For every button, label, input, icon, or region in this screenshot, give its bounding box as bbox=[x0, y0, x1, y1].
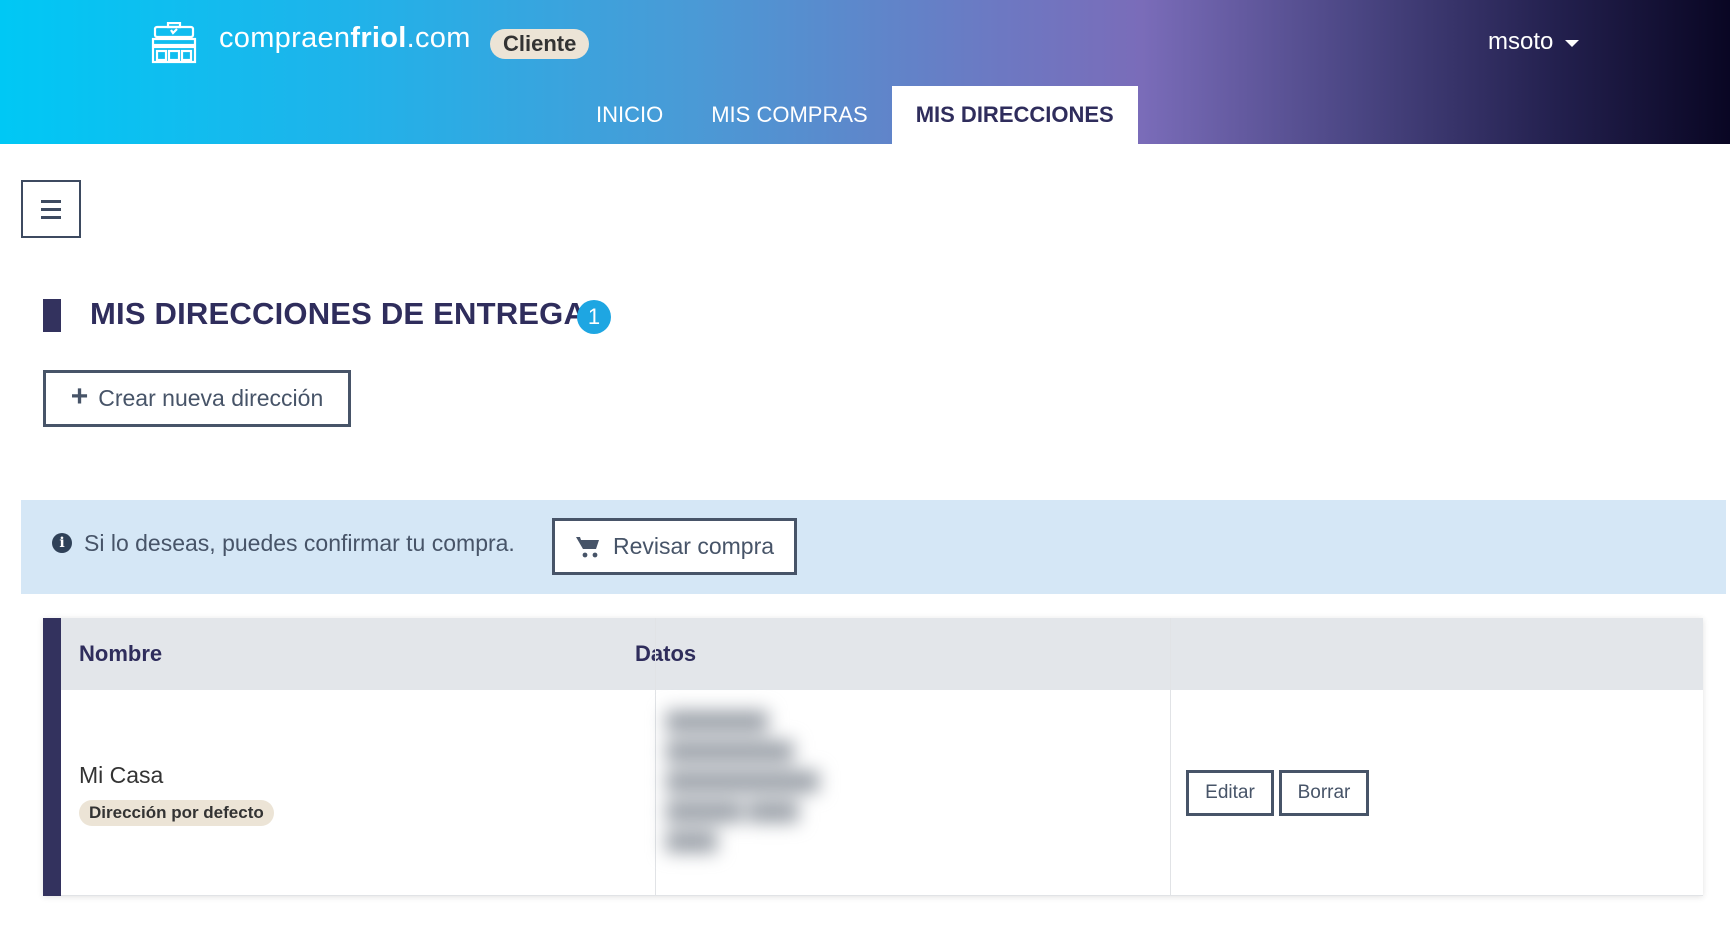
column-divider bbox=[655, 618, 656, 896]
plus-icon: + bbox=[70, 380, 89, 413]
create-address-button[interactable]: + Crear nueva dirección bbox=[43, 370, 351, 427]
row-divider bbox=[61, 895, 1703, 896]
tab-mis-compras[interactable]: MIS COMPRAS bbox=[687, 86, 891, 144]
col-header-actions bbox=[1132, 618, 1150, 690]
cart-icon bbox=[575, 536, 599, 557]
delete-button[interactable]: Borrar bbox=[1279, 770, 1369, 816]
brand-name[interactable]: compraenfriol.com bbox=[219, 22, 471, 55]
page-title: MIS DIRECCIONES DE ENTREGA bbox=[90, 296, 587, 331]
addresses-table: Nombre Datos bbox=[43, 618, 1703, 896]
tab-inicio[interactable]: INICIO bbox=[572, 86, 687, 144]
tab-mis-direcciones[interactable]: MIS DIRECCIONES bbox=[891, 86, 1138, 144]
table-header: Nombre Datos bbox=[61, 618, 1703, 690]
col-header-nombre: Nombre bbox=[79, 641, 163, 666]
hamburger-icon[interactable] bbox=[21, 180, 81, 238]
table-accent bbox=[43, 618, 61, 896]
default-address-badge: Dirección por defecto bbox=[79, 800, 274, 826]
user-name: msoto bbox=[1488, 28, 1554, 55]
review-purchase-button[interactable]: Revisar compra bbox=[552, 518, 797, 575]
column-divider bbox=[1170, 618, 1171, 896]
create-address-label: Crear nueva dirección bbox=[98, 385, 324, 411]
count-badge: 1 bbox=[577, 300, 611, 334]
top-header: compraenfriol.com Cliente msoto INICIO M… bbox=[0, 0, 1730, 144]
address-name: Mi Casa bbox=[79, 762, 164, 788]
review-purchase-label: Revisar compra bbox=[612, 533, 775, 559]
user-menu[interactable]: msoto bbox=[1488, 28, 1580, 56]
title-accent bbox=[43, 299, 61, 332]
edit-button[interactable]: Editar bbox=[1186, 770, 1274, 816]
role-badge: Cliente bbox=[490, 29, 590, 59]
store-icon[interactable] bbox=[150, 22, 198, 64]
info-icon: i bbox=[52, 533, 72, 553]
col-header-datos: Datos bbox=[635, 641, 697, 666]
blurred-address-data: ████████ ██████████ ████████████ ██████ ███… bbox=[666, 711, 820, 851]
caret-down-icon bbox=[1565, 39, 1580, 47]
main-nav: INICIO MIS COMPRAS MIS DIRECCIONES bbox=[572, 86, 1138, 144]
alert-text: Si lo deseas, puedes confirmar tu compra… bbox=[84, 530, 515, 556]
